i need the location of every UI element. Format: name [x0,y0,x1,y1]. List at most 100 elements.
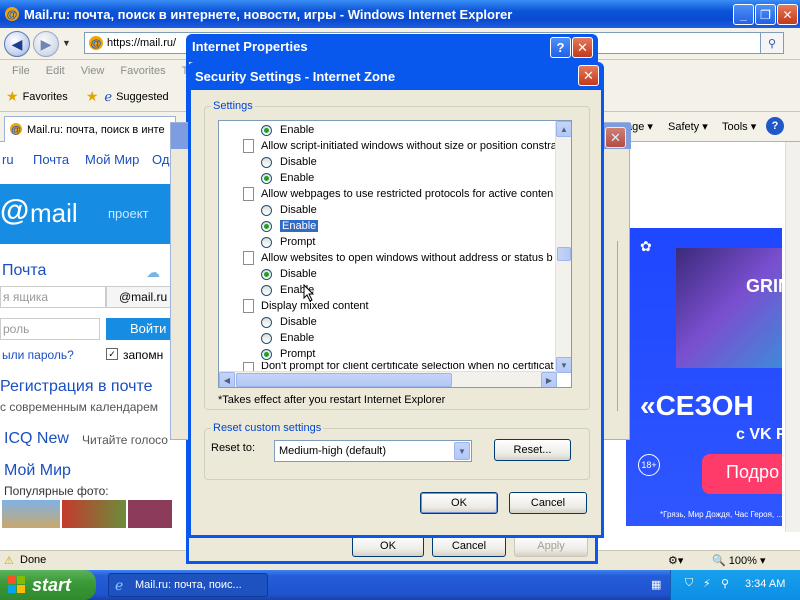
scroll-down-arrow-icon[interactable]: ▼ [556,357,571,373]
radio-button[interactable] [261,172,272,184]
setting-page-icon [243,139,254,153]
radio-button[interactable] [261,204,272,216]
menu-edit[interactable]: Edit [38,65,73,77]
zoom-control[interactable]: 🔍 100% ▾ [712,554,765,567]
reset-button[interactable]: Reset... [494,439,571,461]
safety-menu[interactable]: Safety ▾ [668,120,708,133]
radio-button[interactable] [261,268,272,280]
photo-thumb[interactable] [128,500,172,528]
tools-menu[interactable]: Tools ▾ [722,120,756,133]
radio-button[interactable] [261,348,272,360]
warning-icon: ⚠ [4,555,14,567]
cancel-button[interactable]: Cancel [509,492,587,514]
photo-thumb[interactable] [2,500,60,528]
network-icon[interactable]: ⚡ [703,577,711,590]
list-item[interactable]: Prompt [261,234,315,250]
menu-file[interactable]: File [4,65,38,77]
minimize-button[interactable]: _ [733,4,754,25]
close-button[interactable]: ✕ [777,4,798,25]
ie-taskbar-icon: ℯ [115,577,124,593]
radio-button[interactable] [261,124,272,136]
link-od[interactable]: Од [152,152,169,167]
back-button[interactable]: ◀ [4,31,30,57]
icq-link[interactable]: ICQ New [4,430,69,448]
forward-button[interactable]: ▶ [33,31,59,57]
inet-cancel-button[interactable]: Cancel [432,535,506,557]
login-input[interactable]: я ящика [0,286,106,308]
list-item-selected[interactable]: Enable [261,218,319,234]
internet-properties-close-button[interactable]: ✕ [572,37,593,58]
login-button[interactable]: Войти [106,318,172,340]
list-item[interactable]: Enable [261,170,314,186]
menu-view[interactable]: View [73,65,113,77]
list-header: Allow websites to open windows without a… [243,250,553,266]
help-icon[interactable]: ? [766,117,784,135]
scroll-up-arrow-icon[interactable]: ▲ [556,121,571,137]
radio-button[interactable] [261,332,272,344]
ad-cta-button[interactable]: Подро [702,454,782,494]
windows-logo-icon [8,576,26,594]
mouse-cursor-icon [303,283,315,305]
suggested-sites-link[interactable]: Suggested [116,91,169,103]
list-item[interactable]: Prompt [261,346,315,362]
scroll-left-arrow-icon[interactable]: ◀ [219,372,235,387]
security-close-button[interactable]: ✕ [578,65,599,86]
moimir-link[interactable]: Мой Мир [4,462,71,480]
scroll-right-arrow-icon[interactable]: ▶ [541,372,557,387]
ok-button[interactable]: OK [420,492,498,514]
list-item[interactable]: Disable [261,202,317,218]
remember-checkbox[interactable]: ✓ [106,348,118,360]
list-item[interactable]: Enable [261,122,314,138]
radio-button[interactable] [261,156,272,168]
page-scrollbar[interactable] [785,142,800,532]
status-text: Done [20,554,47,566]
search-tray-icon[interactable]: ⚲ [721,577,729,590]
vertical-scroll-thumb[interactable] [557,247,571,261]
domain-select[interactable]: @mail.ru [106,286,172,308]
list-item[interactable]: Disable [261,266,317,282]
radio-button[interactable] [261,236,272,248]
menu-favorites[interactable]: Favorites [112,65,173,77]
link-ru[interactable]: ru [2,152,14,167]
ie-title-bar: @ Mail.ru: почта, поиск в интернете, нов… [0,0,800,28]
keyboard-icon[interactable]: ▦ [651,578,661,591]
password-input[interactable]: роль [0,318,100,340]
settings-horizontal-scrollbar[interactable]: ◀ ▶ [219,371,557,387]
settings-vertical-scrollbar[interactable]: ▲ ▼ [555,121,571,373]
list-header: Allow script-initiated windows without s… [243,138,557,154]
radio-button[interactable] [261,284,272,296]
link-pochta[interactable]: Почта [33,152,69,167]
search-icon[interactable]: ⚲ [760,32,784,54]
list-item[interactable]: Enable [261,330,314,346]
start-button[interactable]: start [0,570,96,600]
security-shield-icon[interactable]: ⛉ [685,577,693,590]
add-favorite-icon[interactable]: ★ [86,88,99,105]
radio-button[interactable] [261,220,272,232]
security-settings-title: Security Settings - Internet Zone [195,69,396,84]
photo-thumb[interactable] [62,500,126,528]
link-moimir[interactable]: Мой Мир [85,152,139,167]
list-item[interactable]: Disable [261,154,317,170]
help-button[interactable]: ? [550,37,571,58]
chevron-down-icon[interactable]: ▼ [454,442,470,460]
radio-button[interactable] [261,316,272,328]
inet-ok-button[interactable]: OK [352,535,424,557]
background-dialog-close-button[interactable]: ✕ [605,127,626,148]
register-link[interactable]: Регистрация в почте [0,378,153,396]
setting-page-icon [243,299,254,313]
list-item[interactable]: Disable [261,314,317,330]
reset-level-select[interactable]: Medium-high (default) ▼ [274,440,472,462]
history-dropdown-icon[interactable]: ▼ [62,38,71,48]
forgot-password-link[interactable]: ыли пароль? [2,348,74,362]
favorites-star-icon: ★ [6,88,19,104]
inet-apply-button[interactable]: Apply [514,535,588,557]
tab-mailru[interactable]: @ Mail.ru: почта, поиск в инте [4,116,176,142]
taskbar-ie-item[interactable]: ℯ Mail.ru: почта, поис... [108,573,268,597]
maximize-button[interactable]: ❐ [755,4,776,25]
ad-subheadline: с VK F [736,426,782,443]
horizontal-scroll-thumb[interactable] [236,373,452,387]
protected-mode-icon[interactable]: ⚙▾ [668,554,683,567]
ad-banner[interactable]: ✿ GRIN «СЕЗОН с VK F 18+ Подро *Грязь, М… [626,228,782,526]
favorites-button[interactable]: Favorites [23,91,68,103]
settings-list[interactable]: Enable Allow script-initiated windows wi… [218,120,572,388]
